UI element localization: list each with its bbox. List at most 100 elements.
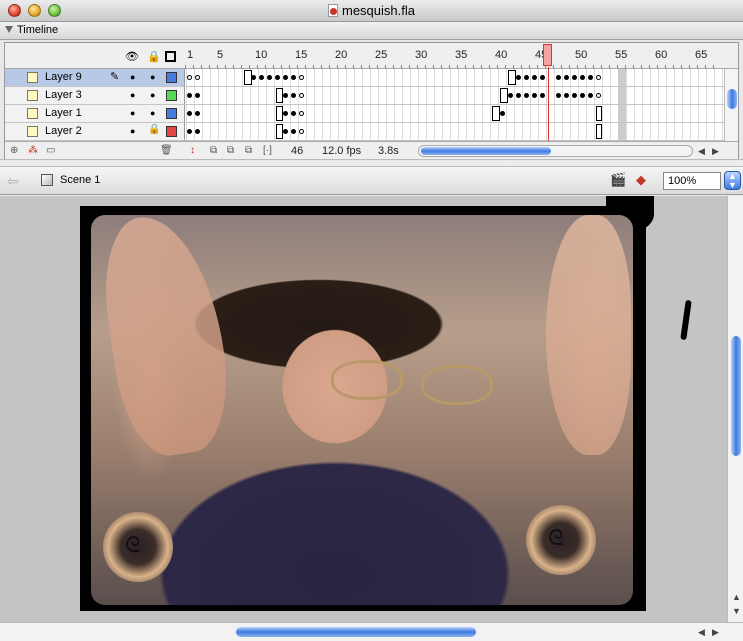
visibility-dot[interactable]: ● — [130, 72, 135, 82]
keyframe[interactable] — [195, 111, 200, 116]
keyframe[interactable] — [524, 75, 529, 80]
layer-row[interactable]: Layer 3 ● ● — [5, 87, 738, 105]
keyframe[interactable] — [532, 93, 537, 98]
disclosure-triangle-icon[interactable] — [5, 26, 13, 33]
keyframe[interactable] — [524, 93, 529, 98]
stage-horizontal-scroll-thumb[interactable] — [236, 627, 476, 637]
keyframe[interactable] — [291, 93, 296, 98]
keyframe[interactable] — [267, 75, 272, 80]
keyframe[interactable] — [187, 129, 192, 134]
timeline-vertical-scrollbar[interactable] — [724, 69, 738, 141]
scroll-left-arrow[interactable]: ◀ — [698, 627, 705, 638]
keyframe[interactable] — [283, 129, 288, 134]
keyframe[interactable] — [572, 93, 577, 98]
frame-span[interactable] — [276, 88, 283, 103]
trash-icon[interactable]: 🗑 — [160, 145, 173, 156]
keyframe[interactable] — [540, 75, 545, 80]
edit-multiple-frames-icon[interactable]: ⧉ — [245, 145, 257, 156]
layer-frames[interactable] — [186, 87, 738, 104]
keyframe[interactable] — [500, 111, 505, 116]
keyframe[interactable] — [251, 75, 256, 80]
layer-header[interactable]: Layer 1 ● ● — [5, 105, 185, 122]
keyframe[interactable] — [532, 75, 537, 80]
layer-frames[interactable] — [186, 123, 738, 140]
empty-keyframe[interactable] — [187, 75, 192, 80]
empty-keyframe[interactable] — [596, 93, 601, 98]
layer-color-box[interactable] — [166, 108, 177, 119]
center-frame-icon[interactable]: ↕ — [190, 145, 202, 156]
frame-span[interactable] — [596, 124, 602, 139]
layer-header[interactable]: Layer 3 ● ● — [5, 87, 185, 104]
scroll-down-arrow[interactable]: ▼ — [732, 606, 741, 616]
swirl-badge-left[interactable]: ᘓ — [103, 512, 173, 582]
layer-name[interactable]: Layer 3 — [45, 89, 82, 101]
layer-row[interactable]: Layer 9 ✎ ● ● — [5, 69, 738, 87]
layer-header[interactable]: Layer 2 ● 🔒 — [5, 123, 185, 140]
zoom-input[interactable]: 100% — [663, 172, 721, 190]
lock-dot[interactable]: ● — [150, 90, 155, 100]
layer-color-box[interactable] — [166, 126, 177, 137]
insert-folder-icon[interactable]: ▭ — [46, 145, 58, 156]
visibility-dot[interactable]: ● — [130, 90, 135, 100]
frame-span[interactable] — [508, 70, 516, 85]
keyframe[interactable] — [283, 111, 288, 116]
swirl-badge-right[interactable]: ᘓ — [526, 505, 596, 575]
back-arrow-icon[interactable]: ⇦ — [7, 173, 19, 190]
keyframe[interactable] — [283, 93, 288, 98]
keyframe[interactable] — [580, 93, 585, 98]
playhead[interactable] — [543, 44, 552, 66]
outline-icon[interactable] — [165, 51, 176, 62]
keyframe[interactable] — [195, 129, 200, 134]
lock-icon[interactable]: 🔒 — [148, 124, 160, 135]
layer-header[interactable]: Layer 9 ✎ ● ● — [5, 69, 185, 86]
frame-span[interactable] — [492, 106, 500, 121]
stage-vertical-scroll-thumb[interactable] — [731, 336, 741, 456]
keyframe[interactable] — [516, 93, 521, 98]
frame-span[interactable] — [276, 106, 283, 121]
insert-layer-icon[interactable]: ⊕ — [10, 145, 22, 156]
scene-label[interactable]: Scene 1 — [60, 174, 100, 186]
scroll-left-arrow[interactable]: ◀ — [698, 146, 705, 157]
keyframe[interactable] — [283, 75, 288, 80]
keyframe[interactable] — [588, 75, 593, 80]
keyframe[interactable] — [564, 93, 569, 98]
keyframe[interactable] — [291, 75, 296, 80]
empty-keyframe[interactable] — [299, 75, 304, 80]
stage-vertical-scrollbar[interactable]: ▲ ▼ — [727, 196, 743, 622]
empty-keyframe[interactable] — [596, 75, 601, 80]
layer-row[interactable]: Layer 1 ● ● — [5, 105, 738, 123]
keyframe[interactable] — [580, 75, 585, 80]
scroll-right-arrow[interactable]: ▶ — [712, 627, 719, 638]
keyframe[interactable] — [556, 93, 561, 98]
onion-skin-icon[interactable]: ⧉ — [210, 145, 222, 156]
timeline-panel-header[interactable]: Timeline — [0, 22, 743, 40]
frame-span[interactable] — [276, 124, 283, 139]
timeline-horizontal-scroll-thumb[interactable] — [421, 147, 551, 155]
empty-keyframe[interactable] — [299, 111, 304, 116]
panel-splitter[interactable] — [0, 159, 743, 167]
visibility-dot[interactable]: ● — [130, 108, 135, 118]
scroll-right-arrow[interactable]: ▶ — [712, 146, 719, 157]
frame-span[interactable] — [500, 88, 508, 103]
lock-icon[interactable]: 🔒 — [147, 50, 161, 63]
keyframe[interactable] — [291, 129, 296, 134]
keyframe[interactable] — [187, 111, 192, 116]
stage-photo[interactable]: ᘓ ᘓ — [91, 215, 633, 605]
layer-name[interactable]: Layer 9 — [45, 71, 82, 83]
layer-name[interactable]: Layer 1 — [45, 107, 82, 119]
layer-name[interactable]: Layer 2 — [45, 125, 82, 137]
modify-onion-markers-icon[interactable]: [·] — [263, 145, 275, 156]
stage-horizontal-scrollbar[interactable]: ◀ ▶ — [0, 622, 743, 641]
layer-color-box[interactable] — [166, 72, 177, 83]
empty-keyframe[interactable] — [299, 129, 304, 134]
frame-span[interactable] — [596, 106, 602, 121]
visibility-dot[interactable]: ● — [130, 126, 135, 136]
empty-keyframe[interactable] — [299, 93, 304, 98]
keyframe[interactable] — [588, 93, 593, 98]
onion-skin-outlines-icon[interactable]: ⧉ — [227, 145, 239, 156]
lock-dot[interactable]: ● — [150, 72, 155, 82]
keyframe[interactable] — [508, 93, 513, 98]
timeline-ruler[interactable]: 👁 🔒 1 5 10 15 20 25 30 35 40 45 50 55 60… — [5, 43, 738, 69]
lock-dot[interactable]: ● — [150, 108, 155, 118]
zoom-dropdown-button[interactable]: ▲ ▼ — [724, 171, 741, 190]
